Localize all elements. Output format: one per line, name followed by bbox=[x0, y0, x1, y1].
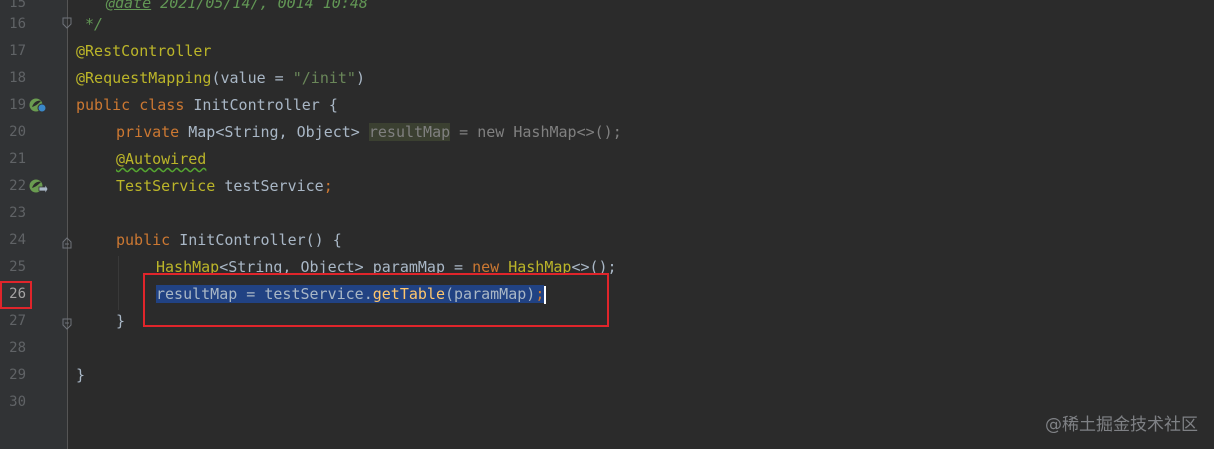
constructor-name: InitController bbox=[170, 231, 306, 249]
line-number: 24 bbox=[9, 232, 26, 248]
code-line-18[interactable]: @RequestMapping(value = "/init") bbox=[76, 65, 365, 92]
indent-guide bbox=[118, 256, 119, 310]
semicolon: ; bbox=[323, 177, 333, 195]
watermark: @稀土掘金技术社区 bbox=[1045, 415, 1198, 435]
class-name: InitController { bbox=[184, 96, 338, 114]
line-number-highlight-box bbox=[0, 281, 32, 309]
code-line-21[interactable]: @Autowired bbox=[116, 146, 206, 173]
fold-marker-icon[interactable] bbox=[62, 14, 72, 29]
keyword: public class bbox=[76, 96, 185, 114]
code-line-16[interactable]: */ bbox=[76, 11, 103, 38]
fold-marker-icon[interactable] bbox=[62, 234, 72, 249]
annotation: @RequestMapping bbox=[76, 69, 212, 87]
line-number: 20 bbox=[9, 124, 26, 140]
field-name: testService bbox=[215, 177, 324, 195]
comment-text: 2021/05/14/, 0014 10:48 bbox=[151, 0, 368, 12]
code-line-15[interactable]: @date 2021/05/14/, 0014 10:48 bbox=[106, 0, 368, 17]
line-number: 17 bbox=[9, 43, 26, 59]
fold-marker-icon[interactable] bbox=[62, 315, 72, 330]
line-number: 18 bbox=[9, 70, 26, 86]
code-highlight-box bbox=[143, 273, 609, 327]
code-line-27[interactable]: } bbox=[116, 308, 125, 335]
keyword: public bbox=[116, 231, 171, 249]
code-line-19[interactable]: public class InitController { bbox=[76, 92, 338, 119]
line-number: 16 bbox=[9, 16, 26, 32]
unused-field: resultMap bbox=[368, 123, 451, 141]
code-line-22[interactable]: TestService testService; bbox=[116, 173, 333, 200]
line-number: 25 bbox=[9, 259, 26, 275]
line-number: 29 bbox=[9, 367, 26, 383]
line-number: 22 bbox=[9, 178, 26, 194]
line-number: 19 bbox=[9, 97, 26, 113]
code-text: = new HashMap<>(); bbox=[450, 123, 622, 141]
line-number: 23 bbox=[9, 205, 26, 221]
keyword: private bbox=[116, 123, 180, 141]
editor-gutter: 15 16 17 18 19 20 21 22 23 24 25 26 27 2… bbox=[0, 0, 68, 449]
spring-bean-autowired-icon[interactable] bbox=[28, 177, 49, 196]
code-line-24[interactable]: public InitController() { bbox=[116, 227, 342, 254]
line-number: 27 bbox=[9, 313, 26, 329]
type-name: TestService bbox=[116, 177, 216, 195]
type-name: Map<String, Object> bbox=[179, 123, 369, 141]
code-text: (value = bbox=[211, 69, 293, 87]
code-text: ) bbox=[355, 69, 365, 87]
line-number: 30 bbox=[9, 394, 26, 410]
code-line-20[interactable]: private Map<String, Object> resultMap = … bbox=[116, 119, 622, 146]
code-line-29[interactable]: } bbox=[76, 362, 85, 389]
code-line-17[interactable]: @RestController bbox=[76, 38, 211, 65]
string-literal: "/init" bbox=[292, 69, 356, 87]
code-text: () { bbox=[305, 231, 342, 249]
spring-bean-icon[interactable] bbox=[28, 96, 48, 114]
line-number: 21 bbox=[9, 151, 26, 167]
javadoc-tag: @date bbox=[106, 0, 152, 12]
line-number: 28 bbox=[9, 340, 26, 356]
